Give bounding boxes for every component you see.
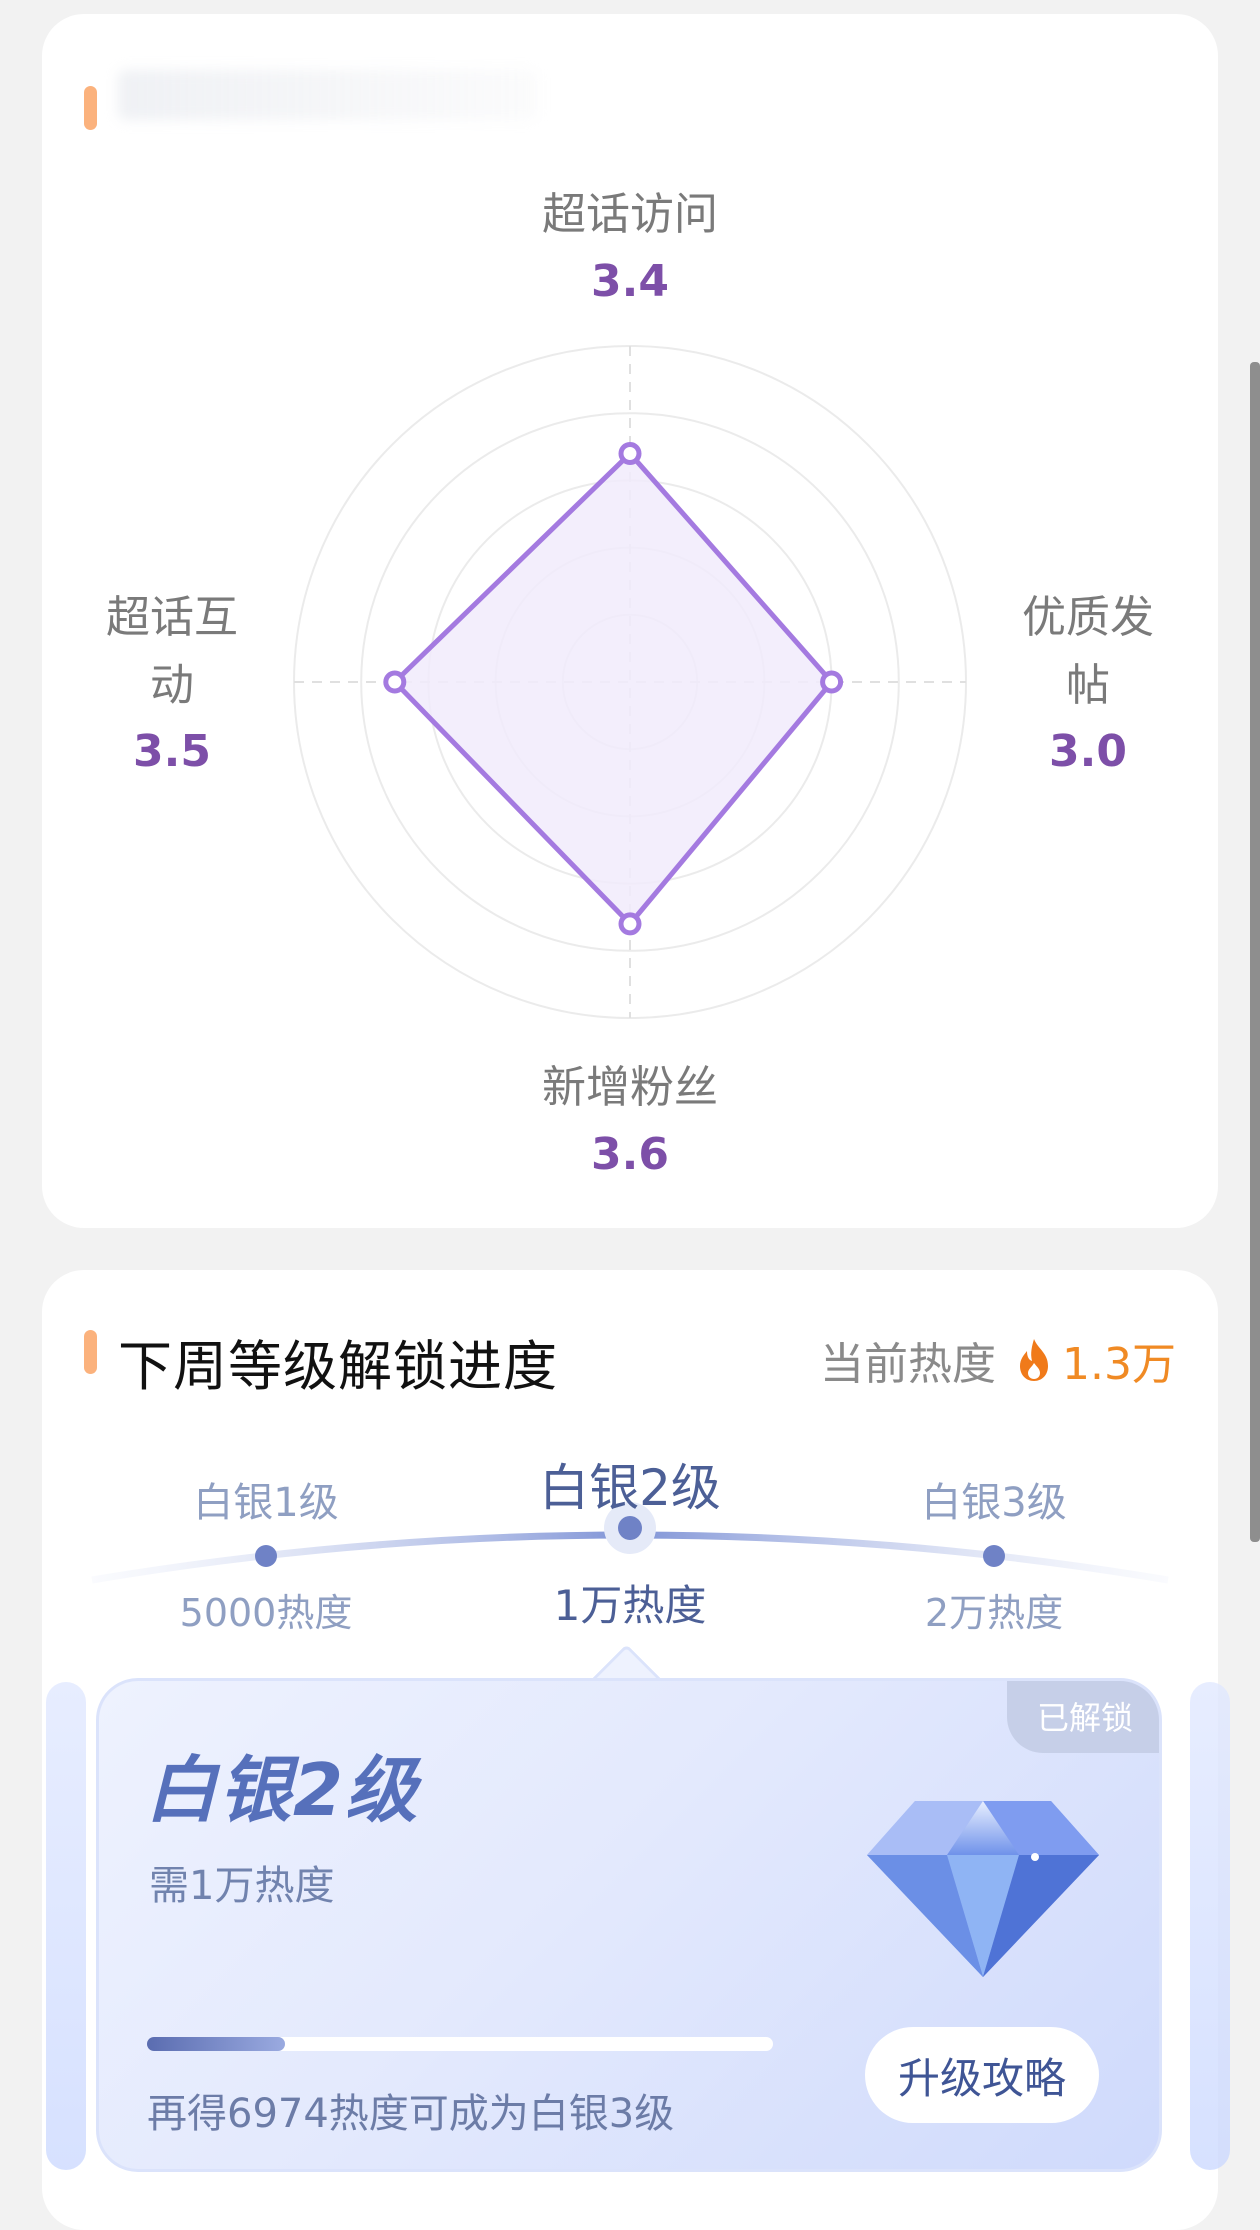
prev-level-card[interactable] [46, 1682, 86, 2170]
next-level-card[interactable] [1190, 1682, 1230, 2170]
level-heat-1: 5000热度 [179, 1591, 353, 1635]
radar-axis-value-3: 3.6 [591, 1129, 669, 1180]
diamond-icon [867, 1801, 1099, 1977]
radar-axis-label-2: 帖 [1066, 660, 1110, 711]
current-heat-value: 1.3万 [1062, 1339, 1176, 1390]
radar-area [392, 451, 835, 927]
radar-axis-label-4: 动 [150, 660, 194, 711]
section-title: 下周等级解锁进度 [118, 1335, 558, 1398]
radar-axis-value-2: 3.0 [1049, 726, 1127, 777]
radar-point-1 [618, 442, 642, 466]
card-level-title: 白银2级 [145, 1748, 420, 1832]
radar-axis-label-1: 超话访问 [542, 189, 718, 240]
section-accent-bar [84, 1330, 97, 1374]
radar-axis-value-4: 3.5 [133, 726, 211, 777]
flame-icon [1020, 1339, 1049, 1381]
level-heat-2: 1万热度 [553, 1581, 707, 1630]
radar-card: 超话访问 3.4 优质发帖 3.0 新增粉丝 3.6 超话互动 3.5 [42, 14, 1218, 1228]
level-name-3[interactable]: 白银3级 [921, 1470, 1066, 1528]
level-name-1[interactable]: 白银1级 [193, 1470, 338, 1528]
level-progress-fill [147, 2037, 285, 2051]
radar-axis-label-3: 新增粉丝 [542, 1062, 718, 1113]
upgrade-guide-button[interactable]: 升级攻略 [865, 2027, 1099, 2123]
radar-chart: 超话访问 3.4 优质发帖 3.0 新增粉丝 3.6 超话互动 3.5 [106, 189, 1154, 1180]
level-dot-3 [983, 1545, 1005, 1567]
upgrade-hint: 再得6974热度可成为白银3级 [147, 2091, 675, 2137]
radar-axis-label-4: 超话互 [106, 592, 238, 643]
current-heat: 当前热度 1.3万 [820, 1328, 1176, 1392]
radar-point-4 [383, 670, 407, 694]
radar-axis-value-1: 3.4 [591, 256, 669, 307]
level-dot-1 [255, 1545, 277, 1567]
radar-axis-label-2: 优质发 [1022, 592, 1154, 643]
radar-point-3 [618, 912, 642, 936]
level-progress-bar [147, 2037, 773, 2051]
level-card: 已解锁 白银2级 需1万热度 再得6974热度可成为白银3级 升级攻略 [96, 1678, 1162, 2172]
current-heat-label: 当前热度 [820, 1339, 997, 1390]
level-heat-3: 2万热度 [924, 1591, 1064, 1635]
scrollbar[interactable] [1250, 362, 1260, 1542]
unlocked-badge: 已解锁 [1006, 1681, 1159, 1753]
level-name-2[interactable]: 白银2级 [539, 1448, 721, 1520]
card-requirement: 需1万热度 [149, 1863, 335, 1909]
radar-point-2 [820, 670, 844, 694]
